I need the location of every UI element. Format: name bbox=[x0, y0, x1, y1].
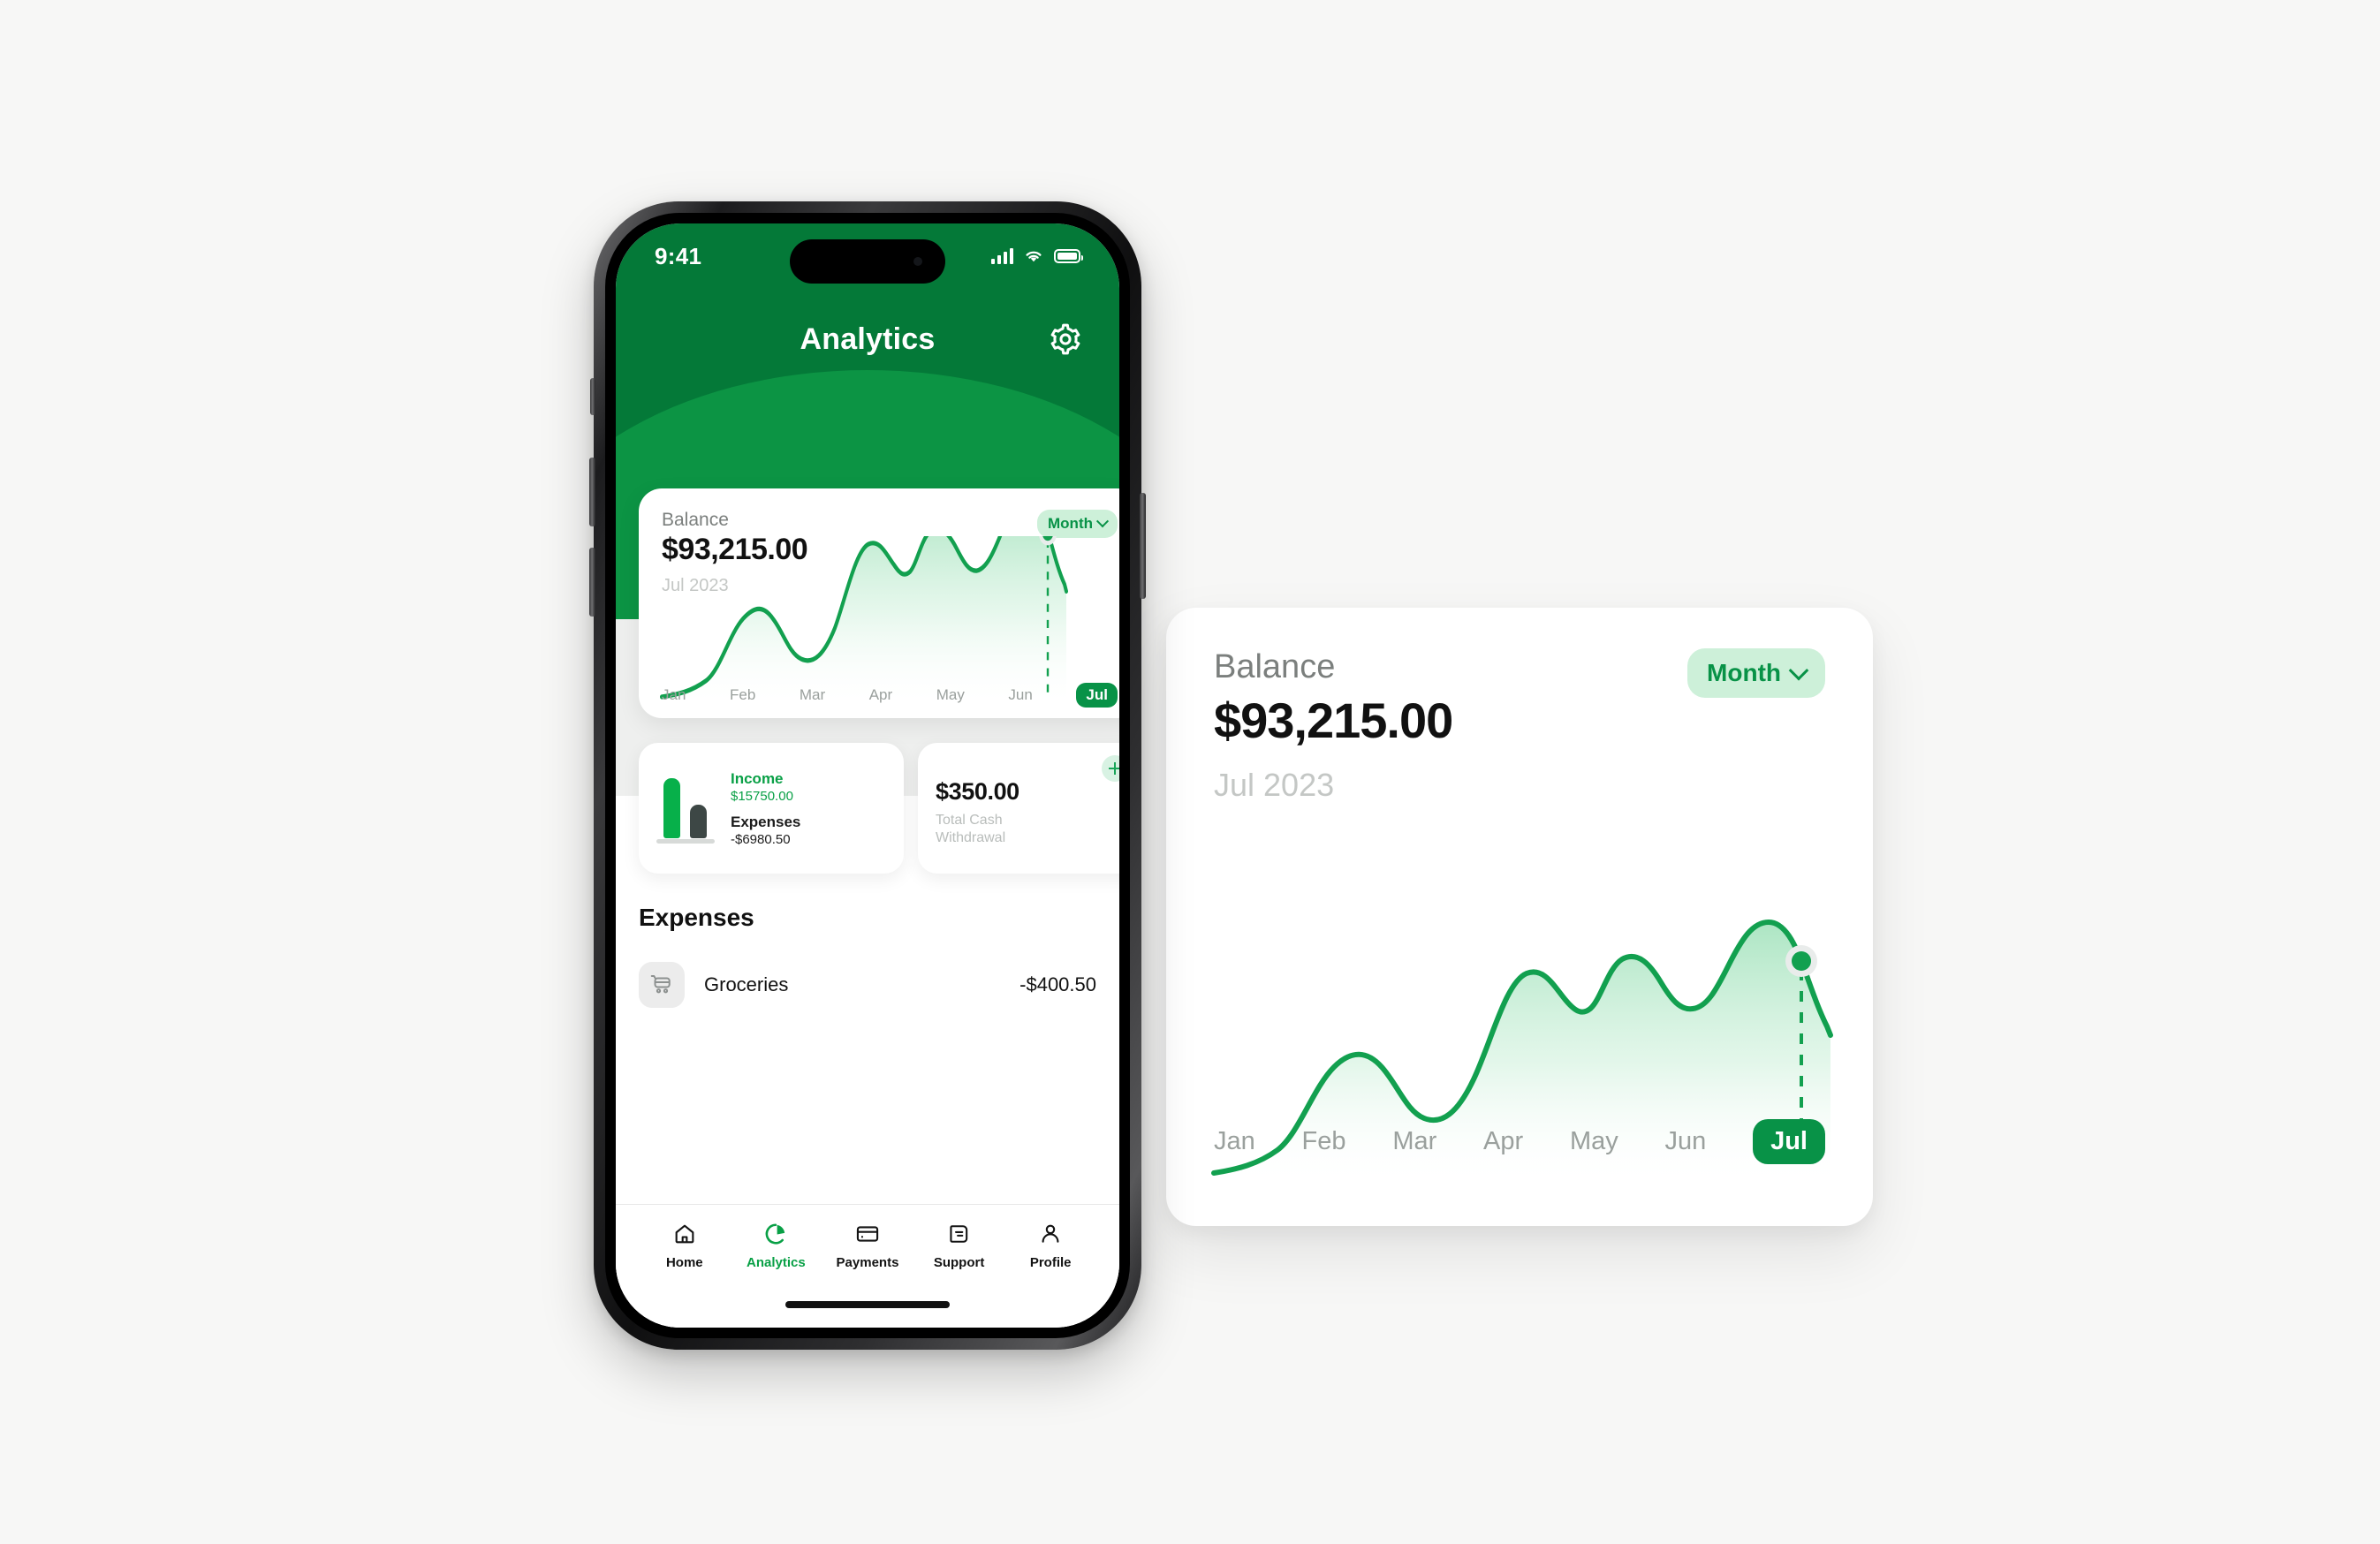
bottom-tab-bar: Home Analytics Payments Support Profile bbox=[616, 1204, 1119, 1328]
chart-tick-jan[interactable]: Jan bbox=[662, 686, 686, 704]
bar-chart-icon bbox=[655, 773, 718, 844]
expenses-title: Expenses bbox=[639, 904, 754, 931]
status-bar-icons bbox=[991, 248, 1083, 264]
expense-amount: -$400.50 bbox=[1019, 973, 1096, 995]
income-bar bbox=[663, 778, 680, 838]
person-icon bbox=[1038, 1221, 1063, 1247]
chevron-down-icon bbox=[1095, 515, 1110, 528]
range-selector-button[interactable]: Month bbox=[1687, 648, 1825, 698]
chart-tick-mar[interactable]: Mar bbox=[800, 686, 825, 704]
chart-tick-jul-selected[interactable]: Jul bbox=[1076, 683, 1118, 708]
chart-marker-dot[interactable] bbox=[1792, 951, 1811, 971]
volume-up-button[interactable] bbox=[589, 458, 595, 526]
chart-tick-jun[interactable]: Jun bbox=[1008, 686, 1032, 704]
home-icon bbox=[672, 1221, 697, 1247]
income-value: $15750.00 bbox=[731, 788, 793, 804]
wifi-icon bbox=[1026, 251, 1042, 262]
chart-month-axis-mini: Jan Feb Mar Apr May Jun Jul bbox=[639, 683, 1119, 708]
balance-label: Balance bbox=[662, 510, 729, 530]
screenshot-stage: Balance $93,215.00 Jul 2023 Month Jan Fe… bbox=[0, 0, 2380, 1544]
battery-icon bbox=[1054, 249, 1083, 263]
balance-label: Balance bbox=[1214, 648, 1336, 685]
home-indicator[interactable] bbox=[785, 1301, 950, 1308]
income-expenses-card[interactable]: Income $15750.00 Expenses -$6980.50 bbox=[639, 743, 904, 874]
power-button[interactable] bbox=[1140, 493, 1146, 599]
shopping-cart-icon bbox=[639, 962, 685, 1008]
range-selector-label: Month bbox=[1048, 515, 1093, 532]
tab-support-label: Support bbox=[933, 1255, 985, 1270]
chart-month-axis: Jan Feb Mar Apr May Jun Jul bbox=[1214, 1119, 1825, 1164]
balance-card: Balance $93,215.00 Jul 2023 Month Jan Fe… bbox=[639, 488, 1119, 718]
tab-analytics-label: Analytics bbox=[747, 1255, 806, 1270]
page-title: Analytics bbox=[800, 322, 936, 356]
chart-tick-jun[interactable]: Jun bbox=[1665, 1127, 1707, 1156]
page-title-bar: Analytics bbox=[616, 308, 1119, 370]
tab-payments[interactable]: Payments bbox=[822, 1221, 913, 1328]
chart-tick-may[interactable]: May bbox=[1570, 1127, 1618, 1156]
list-item[interactable]: Groceries -$400.50 bbox=[639, 962, 1096, 1008]
income-label: Income bbox=[731, 769, 784, 787]
balance-card-expanded-text: Balance $93,215.00 Jul 2023 bbox=[1214, 648, 1453, 804]
expense-name: Groceries bbox=[704, 973, 789, 995]
dynamic-island bbox=[790, 239, 945, 284]
status-bar-time: 9:41 bbox=[655, 242, 702, 269]
chart-tick-apr[interactable]: Apr bbox=[869, 686, 892, 704]
cash-caption-line2: Withdrawal bbox=[936, 830, 1006, 845]
chart-tick-jul-selected[interactable]: Jul bbox=[1753, 1119, 1825, 1164]
bar-baseline bbox=[656, 839, 715, 844]
range-selector-label: Month bbox=[1707, 659, 1781, 686]
balance-period: Jul 2023 bbox=[1214, 767, 1335, 803]
expenses-value: -$6980.50 bbox=[731, 831, 791, 847]
balance-card-expanded-header: Balance $93,215.00 Jul 2023 Month bbox=[1214, 648, 1825, 804]
range-selector-button[interactable]: Month bbox=[1037, 510, 1118, 538]
tab-payments-label: Payments bbox=[836, 1255, 899, 1270]
front-camera-icon bbox=[913, 257, 922, 266]
tab-profile[interactable]: Profile bbox=[1004, 1221, 1096, 1328]
income-expenses-text: Income $15750.00 Expenses -$6980.50 bbox=[731, 770, 800, 847]
expenses-label: Expenses bbox=[731, 813, 801, 830]
balance-card-expanded: Balance $93,215.00 Jul 2023 Month Jan Fe… bbox=[1166, 608, 1873, 1226]
credit-card-icon bbox=[855, 1221, 880, 1247]
phone-mockup: 9:41 Analytics Balance $93,215.00 Jul 20… bbox=[589, 201, 1146, 1350]
phone-screen: 9:41 Analytics Balance $93,215.00 Jul 20… bbox=[616, 223, 1119, 1328]
balance-area-chart bbox=[1166, 836, 1873, 1226]
chart-tick-may[interactable]: May bbox=[936, 686, 965, 704]
expenses-bar bbox=[690, 805, 707, 838]
cash-caption-line1: Total Cash bbox=[936, 813, 1003, 828]
tab-home-label: Home bbox=[665, 1255, 703, 1270]
cash-withdrawal-amount: $350.00 bbox=[936, 778, 1019, 805]
balance-amount: $93,215.00 bbox=[1214, 693, 1453, 748]
tab-analytics[interactable]: Analytics bbox=[731, 1221, 822, 1328]
volume-down-button[interactable] bbox=[589, 548, 595, 617]
message-icon bbox=[947, 1221, 972, 1247]
chart-tick-feb[interactable]: Feb bbox=[730, 686, 755, 704]
phone-bezel: 9:41 Analytics Balance $93,215.00 Jul 20… bbox=[605, 213, 1130, 1338]
silent-switch[interactable] bbox=[590, 378, 595, 415]
expenses-section: Expenses Groceries -$400.50 bbox=[616, 904, 1119, 1008]
cash-withdrawal-caption: Total Cash Withdrawal bbox=[936, 812, 1119, 847]
pie-chart-icon bbox=[763, 1221, 788, 1247]
tab-support[interactable]: Support bbox=[913, 1221, 1005, 1328]
tab-profile-label: Profile bbox=[1029, 1255, 1072, 1270]
chart-tick-jan[interactable]: Jan bbox=[1214, 1127, 1255, 1156]
chevron-down-icon bbox=[1788, 660, 1809, 681]
signal-bars-icon bbox=[991, 248, 1013, 264]
tab-home[interactable]: Home bbox=[639, 1221, 731, 1328]
chart-tick-mar[interactable]: Mar bbox=[1392, 1127, 1436, 1156]
gear-icon[interactable] bbox=[1049, 322, 1082, 356]
chart-tick-apr[interactable]: Apr bbox=[1483, 1127, 1523, 1156]
stats-row: Income $15750.00 Expenses -$6980.50 $350… bbox=[639, 743, 1119, 874]
chart-area-fill-mini bbox=[662, 536, 1066, 704]
cash-withdrawal-card[interactable]: $350.00 Total Cash Withdrawal bbox=[918, 743, 1119, 874]
chart-tick-feb[interactable]: Feb bbox=[1302, 1127, 1346, 1156]
balance-area-chart-mini: Jan Feb Mar Apr May Jun Jul bbox=[639, 536, 1119, 718]
